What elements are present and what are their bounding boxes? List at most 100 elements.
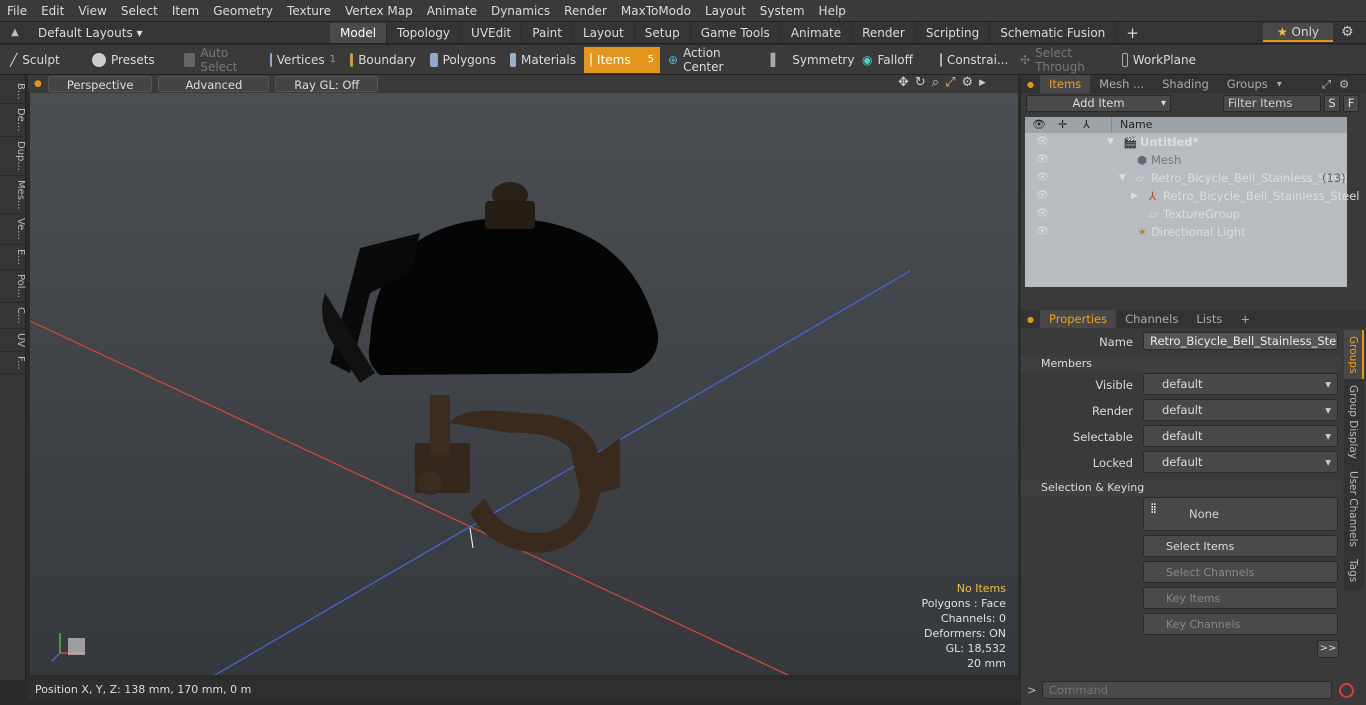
tab-setup[interactable]: Setup bbox=[635, 22, 691, 43]
advanced-button[interactable]: Advanced bbox=[158, 76, 270, 92]
tab-scripting[interactable]: Scripting bbox=[916, 22, 991, 43]
viewport-more-icon[interactable]: ▸ bbox=[979, 75, 992, 90]
collapse-arrow-icon[interactable]: ▶ bbox=[1131, 187, 1138, 205]
settings-gear-icon[interactable]: ⚙ bbox=[1341, 24, 1354, 40]
menu-select[interactable]: Select bbox=[114, 0, 165, 22]
menu-view[interactable]: View bbox=[71, 0, 113, 22]
sidetab-groups[interactable]: Groups bbox=[1344, 330, 1364, 380]
action-center-button[interactable]: ⊕ Action Center bbox=[662, 46, 758, 74]
locked-dropdown[interactable]: default bbox=[1143, 451, 1338, 473]
s-button[interactable]: S bbox=[1324, 95, 1340, 112]
menu-texture[interactable]: Texture bbox=[280, 0, 338, 22]
expand-arrow-icon[interactable]: ▼ bbox=[1119, 169, 1126, 187]
tabs-dropdown-icon[interactable]: ▾ bbox=[1277, 79, 1282, 90]
raygl-button[interactable]: Ray GL: Off bbox=[275, 76, 379, 92]
layout-up-icon[interactable]: ▲ bbox=[0, 27, 30, 38]
tree-row[interactable]: 👁 ⬢ Mesh bbox=[1025, 151, 1347, 169]
strip-tab-duplicate[interactable]: Dup... bbox=[0, 137, 26, 176]
strip-tab-basic[interactable]: B... bbox=[0, 79, 26, 105]
layouts-dropdown[interactable]: Default Layouts ▾ bbox=[30, 26, 330, 40]
f-button[interactable]: F bbox=[1343, 95, 1359, 112]
perspective-button[interactable]: Perspective bbox=[47, 76, 153, 92]
add-item-button[interactable]: Add Item ▾ bbox=[1026, 95, 1171, 112]
more-button[interactable]: >> bbox=[1317, 640, 1339, 658]
tab-shading[interactable]: Shading bbox=[1153, 75, 1218, 93]
viewport-settings-icon[interactable]: ⚙ bbox=[962, 75, 980, 90]
lock-column-icon[interactable]: ✛ bbox=[1058, 117, 1067, 133]
menu-vertex-map[interactable]: Vertex Map bbox=[338, 0, 420, 22]
render-dropdown[interactable]: default bbox=[1143, 399, 1338, 421]
tree-row[interactable]: 👁 ▱ TextureGroup bbox=[1025, 205, 1347, 223]
visibility-eye-icon[interactable]: 👁 bbox=[1036, 169, 1049, 183]
tab-game-tools[interactable]: Game Tools bbox=[691, 22, 781, 43]
command-input[interactable] bbox=[1042, 681, 1332, 699]
viewport-menu-dot-icon[interactable]: ● bbox=[34, 79, 42, 89]
materials-button[interactable]: Materials bbox=[504, 47, 582, 73]
type-column-icon[interactable]: ⅄ bbox=[1083, 117, 1090, 133]
strip-tab-edge[interactable]: E... bbox=[0, 245, 26, 270]
tree-row[interactable]: 👁 ☀ Directional Light bbox=[1025, 223, 1347, 241]
strip-tab-polygon[interactable]: Pol... bbox=[0, 270, 26, 303]
tab-uvedit[interactable]: UVEdit bbox=[461, 22, 523, 43]
menu-animate[interactable]: Animate bbox=[420, 0, 484, 22]
strip-tab-uv[interactable]: UV bbox=[0, 329, 26, 352]
eye-column-icon[interactable]: 👁 bbox=[1032, 117, 1046, 133]
select-items-button[interactable]: Select Items bbox=[1143, 535, 1338, 557]
tree-row[interactable]: 👁 ▶ ⅄ Retro_Bicycle_Bell_Stainless_Steel bbox=[1025, 187, 1359, 205]
tab-lists[interactable]: Lists bbox=[1187, 310, 1231, 328]
polygons-button[interactable]: Polygons bbox=[424, 47, 502, 73]
expand-panel-icon[interactable]: ⤢ bbox=[1322, 77, 1331, 92]
tab-render[interactable]: Render bbox=[852, 22, 916, 43]
panel-dot-icon[interactable]: ● bbox=[1021, 80, 1040, 89]
menu-file[interactable]: File bbox=[0, 0, 34, 22]
auto-select-button[interactable]: Auto Select bbox=[178, 46, 262, 74]
tab-schematic-fusion[interactable]: Schematic Fusion bbox=[990, 22, 1117, 43]
visibility-eye-icon[interactable]: 👁 bbox=[1036, 223, 1049, 237]
sidetab-tags[interactable]: Tags bbox=[1344, 553, 1362, 588]
menu-edit[interactable]: Edit bbox=[34, 0, 71, 22]
menu-maxtomodo[interactable]: MaxToModo bbox=[614, 0, 698, 22]
selectable-dropdown[interactable]: default bbox=[1143, 425, 1338, 447]
boundary-button[interactable]: Boundary bbox=[344, 47, 422, 73]
tab-mesh[interactable]: Mesh ... bbox=[1090, 75, 1153, 93]
fit-view-icon[interactable]: ⤢ bbox=[945, 75, 961, 90]
tab-properties[interactable]: Properties bbox=[1039, 310, 1117, 328]
strip-tab-vertex[interactable]: Ve... bbox=[0, 214, 26, 246]
symmetry-button[interactable]: ▐ Symmetry bbox=[760, 47, 854, 73]
sidetab-user-channels[interactable]: User Channels bbox=[1344, 465, 1362, 553]
presets-button[interactable]: Presets bbox=[86, 47, 176, 73]
move-view-icon[interactable]: ✥ bbox=[898, 75, 915, 90]
strip-tab-deform[interactable]: De... bbox=[0, 104, 26, 137]
sculpt-button[interactable]: ╱ Sculpt bbox=[4, 47, 84, 73]
only-toggle[interactable]: ★ Only bbox=[1263, 23, 1333, 42]
key-channels-button[interactable]: Key Channels bbox=[1143, 613, 1338, 635]
strip-tab-curve[interactable]: C... bbox=[0, 303, 26, 329]
3d-viewport[interactable]: No Items Polygons : Face Channels: 0 Def… bbox=[30, 93, 1018, 675]
panel-dot-icon[interactable]: ● bbox=[1021, 315, 1040, 324]
visible-dropdown[interactable]: default bbox=[1143, 373, 1338, 395]
tab-layout[interactable]: Layout bbox=[573, 22, 635, 43]
strip-tab-fusion[interactable]: F... bbox=[0, 352, 26, 375]
items-button[interactable]: Items 5 bbox=[584, 46, 660, 73]
members-section[interactable]: Members bbox=[1021, 356, 1341, 372]
menu-help[interactable]: Help bbox=[812, 0, 853, 22]
add-tab-button[interactable]: + bbox=[1116, 23, 1149, 43]
tab-animate[interactable]: Animate bbox=[781, 22, 853, 43]
workplane-button[interactable]: WorkPlane bbox=[1116, 47, 1202, 73]
constraints-button[interactable]: Constrai... bbox=[934, 47, 1012, 73]
tab-channels[interactable]: Channels bbox=[1116, 310, 1187, 328]
menu-system[interactable]: System bbox=[753, 0, 812, 22]
record-icon[interactable] bbox=[1339, 683, 1354, 698]
sidetab-group-display[interactable]: Group Display bbox=[1344, 379, 1362, 465]
name-field[interactable]: Retro_Bicycle_Bell_Stainless_Steel (14 bbox=[1143, 332, 1338, 350]
filter-items-input[interactable]: Filter Items bbox=[1223, 95, 1321, 112]
strip-tab-mesh[interactable]: Mes... bbox=[0, 176, 26, 215]
menu-item[interactable]: Item bbox=[165, 0, 206, 22]
visibility-eye-icon[interactable]: 👁 bbox=[1036, 187, 1049, 201]
visibility-eye-icon[interactable]: 👁 bbox=[1036, 151, 1049, 165]
falloff-button[interactable]: ◉ Falloff bbox=[856, 47, 932, 73]
tab-groups[interactable]: Groups bbox=[1218, 75, 1277, 93]
tab-topology[interactable]: Topology bbox=[387, 22, 462, 43]
tab-items[interactable]: Items bbox=[1039, 75, 1091, 93]
none-button[interactable]: ⁞⁞ None bbox=[1143, 497, 1338, 531]
